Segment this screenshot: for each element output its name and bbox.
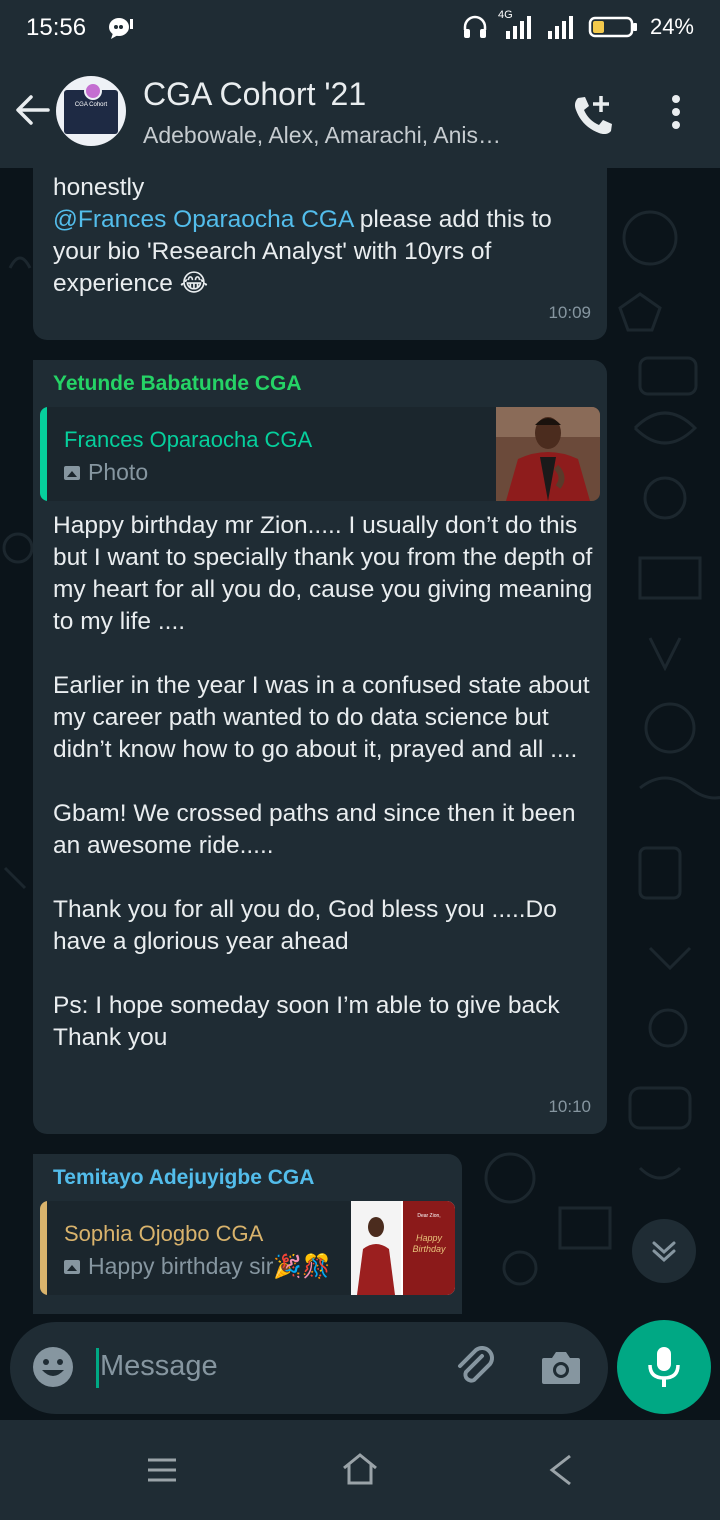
avatar-text: CGA Cohort (74, 102, 108, 108)
network-type: 4G (497, 9, 513, 21)
status-bar: 15:56 4G 24% (0, 0, 720, 58)
birthday-card-script: Happy Birthday (412, 1233, 446, 1254)
scroll-to-bottom-button[interactable] (632, 1219, 696, 1283)
quoted-sender-2: Frances Oparaocha CGA (64, 427, 313, 452)
quoted-message-3[interactable]: Sophia Ojogbo CGA Happy birthday sir🎉🎊 D… (40, 1201, 455, 1295)
recent-apps-icon[interactable] (146, 1454, 178, 1491)
chat-header: CGA Cohort CGA Cohort '21 Adebowale, Ale… (0, 58, 720, 168)
camera-icon[interactable] (540, 1348, 582, 1391)
chat-area[interactable]: honestly @Frances Oparaocha CGA please a… (0, 168, 720, 1314)
quoted-content-2: Photo (64, 459, 148, 486)
message-bubble-3[interactable]: Temitayo Adejuyigbe CGA Sophia Ojogbo CG… (33, 1154, 462, 1314)
quoted-photo-thumbnail (496, 407, 600, 501)
sender-name-2[interactable]: Yetunde Babatunde CGA (53, 372, 302, 396)
more-options-icon[interactable] (668, 94, 684, 135)
battery-icon (588, 15, 638, 39)
birthday-card-photo (351, 1201, 401, 1295)
sender-name-3[interactable]: Temitayo Adejuyigbe CGA (53, 1166, 314, 1190)
message-bubble-1[interactable]: honestly @Frances Oparaocha CGA please a… (33, 168, 607, 340)
birthday-card-panel: Dear Zion, Happy Birthday (403, 1201, 455, 1295)
quote-bar-2 (40, 407, 47, 501)
voice-message-button[interactable] (617, 1320, 711, 1414)
birthday-card-text: Dear Zion, (417, 1213, 441, 1219)
message-time-1: 10:09 (548, 303, 591, 322)
message-text-2: Happy birthday mr Zion..... I usually do… (53, 512, 593, 1051)
photo-icon (64, 465, 80, 480)
back-arrow-icon[interactable] (12, 90, 52, 135)
notification-bubble-icon (108, 16, 134, 45)
battery-percent: 24% (649, 14, 694, 39)
avatar-dot (84, 82, 102, 100)
top-bar: 15:56 4G 24% CGA Cohort CGA Cohort '21 A… (0, 0, 720, 168)
mention-link[interactable]: @Frances Oparaocha CGA (53, 206, 353, 233)
photo-icon (64, 1259, 80, 1274)
microphone-icon (648, 1347, 680, 1387)
attach-icon[interactable] (452, 1344, 498, 1395)
emoji-icon[interactable] (32, 1346, 74, 1393)
status-time: 15:56 (26, 14, 87, 41)
system-nav-bar (0, 1420, 720, 1520)
message-text-1-start: honestly (53, 174, 145, 201)
quote-bar-3 (40, 1201, 47, 1295)
home-icon[interactable] (342, 1452, 378, 1491)
message-composer[interactable]: Message (10, 1322, 608, 1414)
double-chevron-down-icon (652, 1241, 676, 1263)
headphones-icon (462, 14, 488, 40)
group-participants[interactable]: Adebowale, Alex, Amarachi, Anis… (143, 122, 501, 149)
message-text-1: honestly @Frances Oparaocha CGA please a… (53, 172, 593, 300)
back-nav-icon[interactable] (548, 1454, 574, 1491)
add-call-icon[interactable] (570, 92, 616, 143)
message-time-2: 10:10 (548, 1097, 591, 1116)
birthday-card-thumbnail: Dear Zion, Happy Birthday (351, 1201, 455, 1295)
quoted-sender-3: Sophia Ojogbo CGA (64, 1221, 264, 1246)
message-input[interactable]: Message (100, 1350, 218, 1383)
group-title[interactable]: CGA Cohort '21 (143, 76, 366, 113)
message-bubble-2[interactable]: Yetunde Babatunde CGA Frances Oparaocha … (33, 360, 607, 1134)
group-avatar[interactable]: CGA Cohort (56, 76, 126, 146)
quoted-text-3: Happy birthday sir🎉🎊 (88, 1253, 331, 1279)
signal-icon-2 (546, 15, 576, 39)
avatar-card: CGA Cohort (64, 82, 118, 134)
status-right: 4G 24% (462, 9, 694, 40)
quoted-text-2: Photo (88, 459, 149, 485)
text-caret (96, 1348, 99, 1388)
quoted-content-3: Happy birthday sir🎉🎊 (64, 1253, 331, 1280)
quoted-message-2[interactable]: Frances Oparaocha CGA Photo (40, 407, 600, 501)
signal-icon-1: 4G (498, 9, 534, 39)
